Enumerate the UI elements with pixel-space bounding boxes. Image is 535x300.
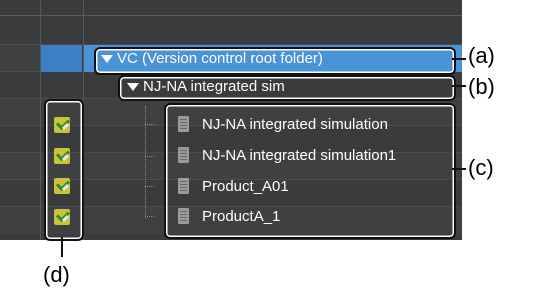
- callout-leader-d: [61, 237, 63, 257]
- callout-leader-a: [452, 58, 466, 60]
- tree-guide-branch: [145, 124, 154, 125]
- callout-leader-c: [452, 168, 466, 170]
- tree-guide-branch: [145, 216, 154, 217]
- callout-box-d: [44, 99, 84, 241]
- callout-box-a: [94, 47, 456, 75]
- column-header-row: [0, 0, 462, 16]
- tree-row-blank: [0, 16, 462, 43]
- tree-guide-branch: [145, 156, 154, 157]
- tree-guide-branch: [145, 186, 154, 187]
- callout-leader-b: [452, 85, 466, 87]
- callout-label-a: (a): [468, 43, 495, 68]
- callout-box-b: [118, 75, 456, 101]
- column-divider: [40, 0, 41, 240]
- callout-label-b: (b): [468, 74, 495, 99]
- callout-label-c: (c): [468, 155, 494, 180]
- tree-guide-line: [145, 106, 146, 218]
- callout-label-d: (d): [43, 262, 70, 287]
- selected-status-cell: [41, 45, 82, 72]
- callout-box-c: [164, 103, 456, 239]
